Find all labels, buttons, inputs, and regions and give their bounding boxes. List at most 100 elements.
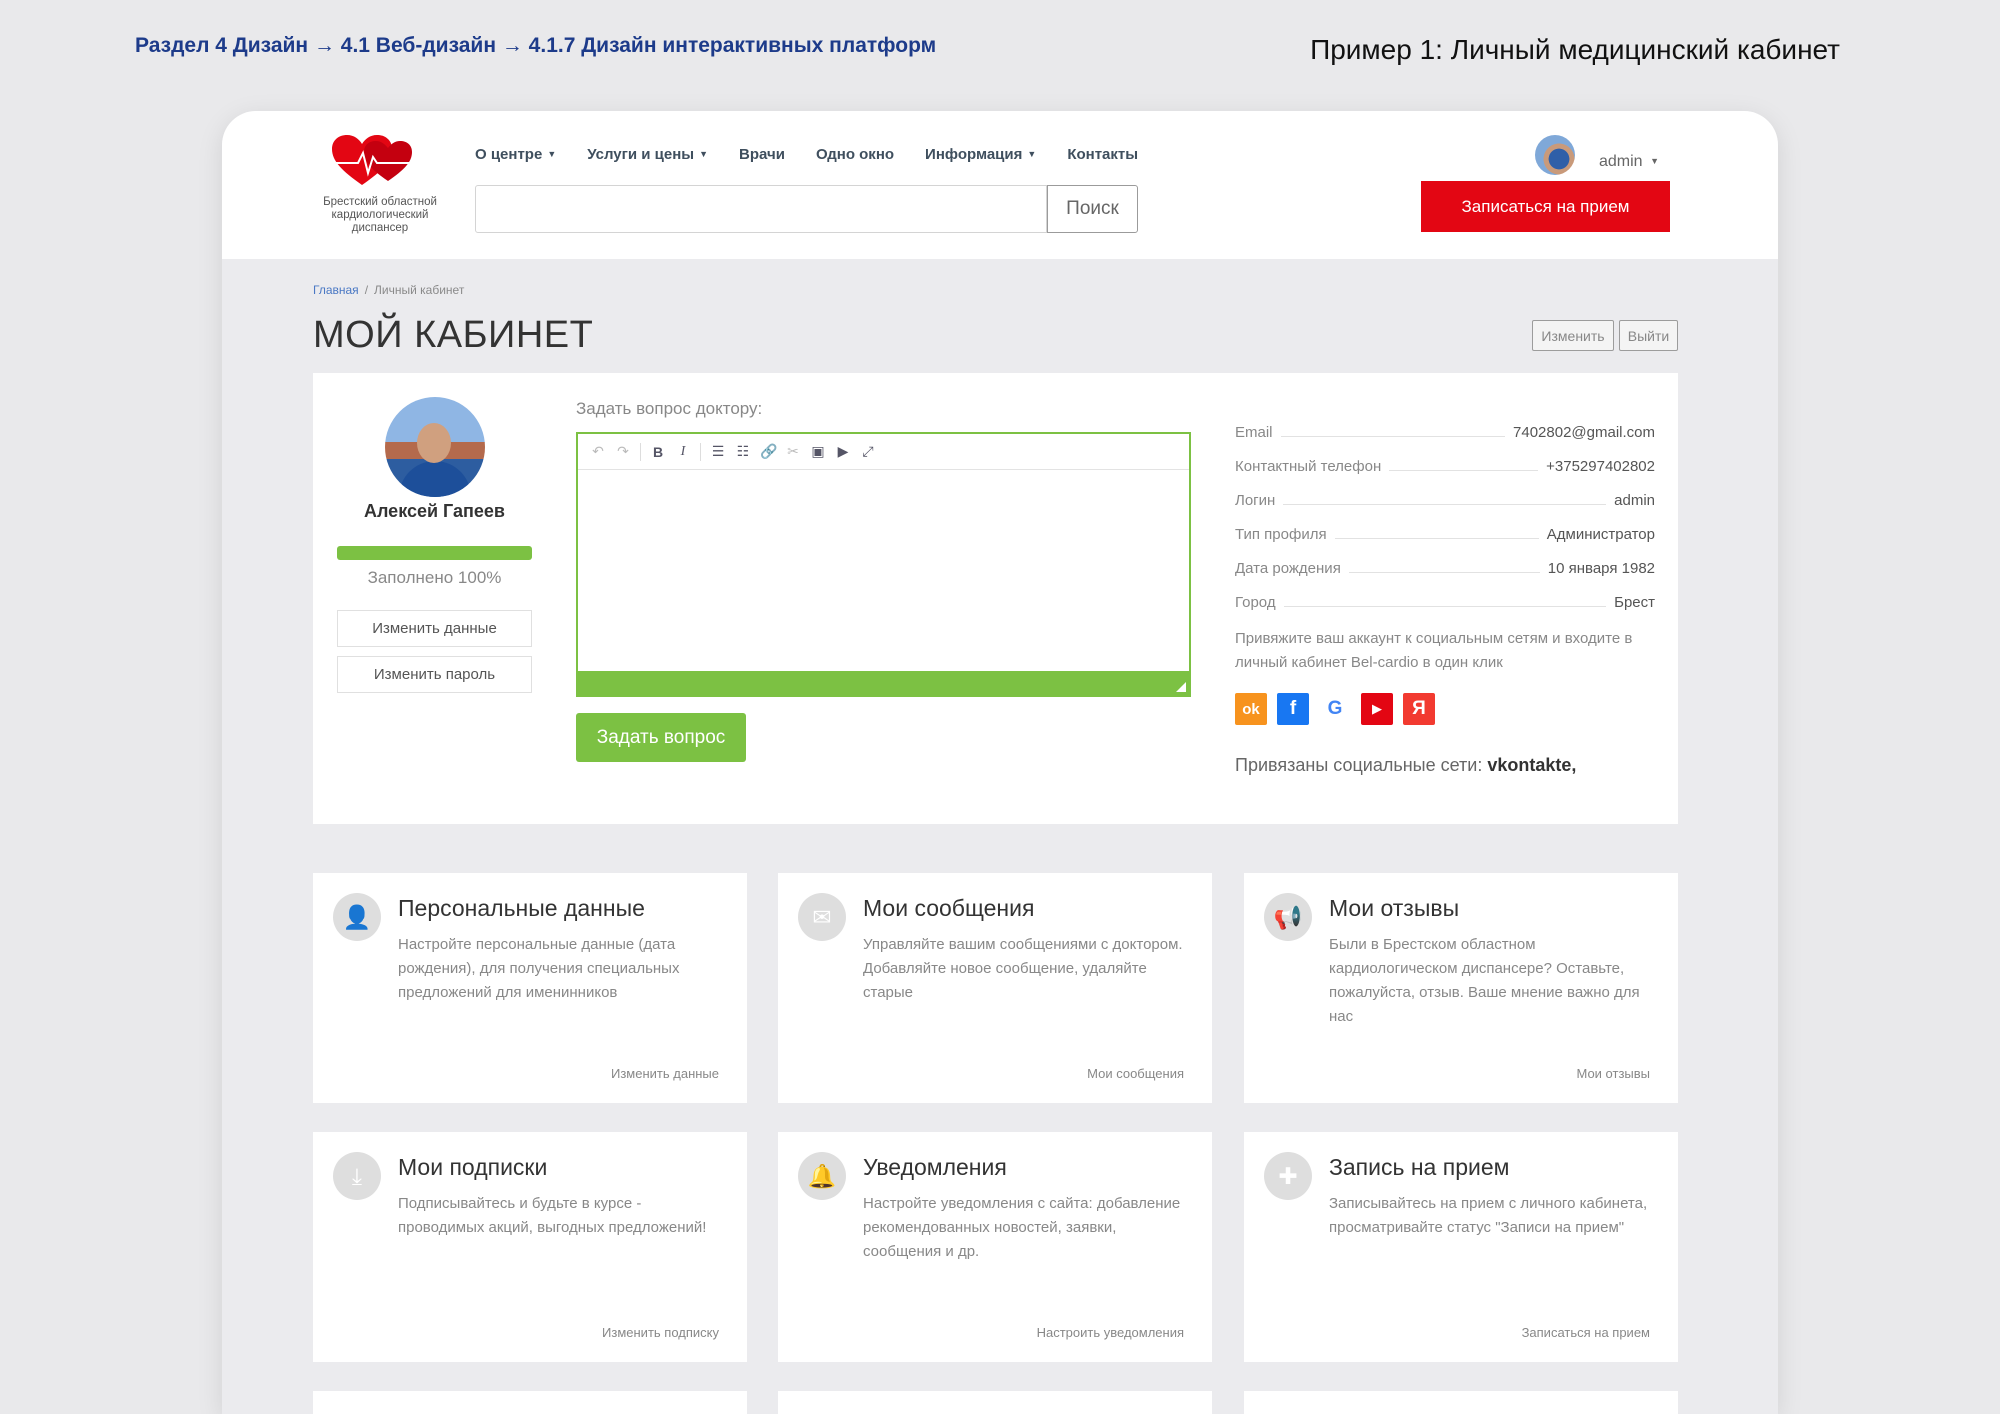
logout-button[interactable]: Выйти [1619, 320, 1678, 351]
resize-handle-icon[interactable] [1176, 682, 1186, 692]
card-subscriptions: ⤓ Мои подписки Подписывайтесь и будьте в… [313, 1132, 747, 1362]
inbox-download-icon: ⤓ [333, 1152, 381, 1200]
heart-logo-icon [332, 135, 426, 185]
page-title: МОЙ КАБИНЕТ [313, 314, 594, 356]
card-text: Записывайтесь на прием с личного кабинет… [1329, 1195, 1648, 1236]
card-text: Настройте уведомления с сайта: добавлени… [863, 1195, 1181, 1260]
profile-type-value: Администратор [1546, 526, 1655, 543]
card-text: Управляйте вашим сообщениями с доктором.… [863, 936, 1183, 1001]
nav-item-contacts[interactable]: Контакты [1067, 146, 1138, 163]
bell-icon: 🔔 [798, 1152, 846, 1200]
info-row: Контактный телефон +375297402802 [1235, 458, 1655, 475]
card-title: Мои отзывы [1329, 895, 1460, 921]
redo-icon[interactable]: ↷ [615, 443, 631, 460]
social-buttons: ok f G ▶ Я [1235, 693, 1435, 725]
logo-text: Брестский областной кардиологический дис… [323, 196, 437, 234]
card-text: Настройте персональные данные (дата рожд… [398, 936, 680, 1001]
card-link-subscription[interactable]: Изменить подписку [602, 1325, 719, 1340]
card-text: Подписывайтесь и будьте в курсе - провод… [398, 1195, 707, 1236]
caret-down-icon: ▼ [1647, 156, 1659, 166]
unlink-icon[interactable]: ✂ [785, 443, 801, 460]
nav-item-info[interactable]: Информация ▼ [925, 146, 1036, 163]
facebook-icon[interactable]: f [1277, 693, 1309, 725]
user-menu[interactable]: admin ▼ [1535, 135, 1659, 175]
card-link-appointment[interactable]: Записаться на прием [1522, 1325, 1650, 1340]
envelope-icon: ✉ [798, 893, 846, 941]
card-title: Мои подписки [398, 1154, 548, 1180]
card-personal-data: 👤 Персональные данные Настройте персонал… [313, 873, 747, 1103]
card-appointment: ✚ Запись на прием Записывайтесь на прием… [1244, 1132, 1678, 1362]
card-partial [1244, 1391, 1678, 1414]
site-header: Брестский областной кардиологический дис… [222, 111, 1778, 259]
edit-profile-button[interactable]: Изменить [1532, 320, 1614, 351]
info-row: Логин admin [1235, 492, 1655, 509]
card-title: Уведомления [863, 1154, 1007, 1180]
fullscreen-icon[interactable]: ⤢ [860, 443, 876, 460]
card-notifications: 🔔 Уведомления Настройте уведомления с са… [778, 1132, 1212, 1362]
site-logo[interactable]: Брестский областной кардиологический дис… [317, 133, 443, 235]
bullet-list-icon[interactable]: ☷ [735, 443, 751, 460]
profile-progress-bar [337, 546, 532, 560]
card-title: Запись на прием [1329, 1154, 1510, 1180]
breadcrumb: Главная / Личный кабинет [313, 283, 465, 297]
card-link-messages[interactable]: Мои сообщения [1087, 1066, 1184, 1081]
search-input[interactable] [475, 185, 1047, 233]
edit-password-button[interactable]: Изменить пароль [337, 656, 532, 693]
google-icon[interactable]: G [1319, 693, 1351, 725]
edit-data-button[interactable]: Изменить данные [337, 610, 532, 647]
email-value: 7402802@gmail.com [1513, 424, 1655, 441]
card-link-notifications[interactable]: Настроить уведомления [1037, 1325, 1184, 1340]
card-partial [778, 1391, 1212, 1414]
nav-item-one-window[interactable]: Одно окно [816, 146, 894, 163]
breadcrumb-current: Личный кабинет [374, 283, 465, 297]
card-link-reviews[interactable]: Мои отзывы [1576, 1066, 1650, 1081]
link-icon[interactable]: 🔗 [760, 443, 777, 460]
video-icon[interactable]: ▶ [835, 443, 851, 460]
user-name: admin [1599, 153, 1643, 170]
ask-question-button[interactable]: Задать вопрос [576, 713, 746, 762]
italic-icon[interactable]: I [675, 444, 691, 460]
card-reviews: 📢 Мои отзывы Были в Брестском областном … [1244, 873, 1678, 1103]
youtube-icon[interactable]: ▶ [1361, 693, 1393, 725]
card-link-edit-data[interactable]: Изменить данные [611, 1066, 719, 1081]
profile-info: Email 7402802@gmail.com Контактный телефо… [1235, 407, 1655, 611]
card-text: Были в Брестском областном кардиологичес… [1329, 936, 1640, 1025]
question-label: Задать вопрос доктору: [576, 399, 763, 418]
odnoklassniki-icon[interactable]: ok [1235, 693, 1267, 725]
breadcrumb-home[interactable]: Главная [313, 283, 359, 297]
social-note: Привяжите ваш аккаунт к социальным сетям… [1235, 630, 1633, 671]
nav-item-about[interactable]: О центре ▼ [475, 146, 556, 163]
slide-title: Пример 1: Личный медицинский кабинет [1310, 34, 1840, 65]
editor-statusbar [578, 671, 1189, 695]
profile-avatar [385, 397, 485, 497]
question-editor[interactable]: ↶ ↷ B I ☰ ☷ 🔗 ✂ ▣ ▶ ⤢ [576, 432, 1191, 697]
bound-networks-value: vkontakte, [1487, 755, 1577, 775]
caret-down-icon: ▼ [547, 149, 557, 159]
image-icon[interactable]: ▣ [810, 443, 826, 460]
info-row: Дата рождения 10 января 1982 [1235, 560, 1655, 577]
card-title: Мои сообщения [863, 895, 1035, 921]
birthdate-value: 10 января 1982 [1547, 560, 1655, 577]
bound-networks: Привязаны социальные сети: vkontakte, [1235, 755, 1577, 775]
info-row: Тип профиля Администратор [1235, 526, 1655, 543]
undo-icon[interactable]: ↶ [590, 443, 606, 460]
search-button[interactable]: Поиск [1047, 185, 1138, 233]
user-avatar [1535, 135, 1575, 175]
nav-item-services[interactable]: Услуги и цены ▼ [587, 146, 708, 163]
progress-fill [337, 546, 532, 560]
card-title: Персональные данные [398, 895, 645, 921]
megaphone-icon: 📢 [1264, 893, 1312, 941]
numbered-list-icon[interactable]: ☰ [710, 443, 726, 460]
bold-icon[interactable]: B [650, 444, 666, 460]
phone-value: +375297402802 [1546, 458, 1655, 475]
caret-down-icon: ▼ [1027, 149, 1037, 159]
user-icon: 👤 [333, 893, 381, 941]
caret-down-icon: ▼ [699, 149, 709, 159]
appointment-button[interactable]: Записаться на прием [1421, 181, 1670, 232]
yandex-icon[interactable]: Я [1403, 693, 1435, 725]
profile-panel: Алексей Гапеев Заполнено 100% Изменить д… [313, 373, 1678, 824]
card-messages: ✉ Мои сообщения Управляйте вашим сообщен… [778, 873, 1212, 1103]
nav-item-doctors[interactable]: Врачи [739, 146, 785, 163]
card-partial [313, 1391, 747, 1414]
profile-name: Алексей Гапеев [363, 501, 505, 521]
